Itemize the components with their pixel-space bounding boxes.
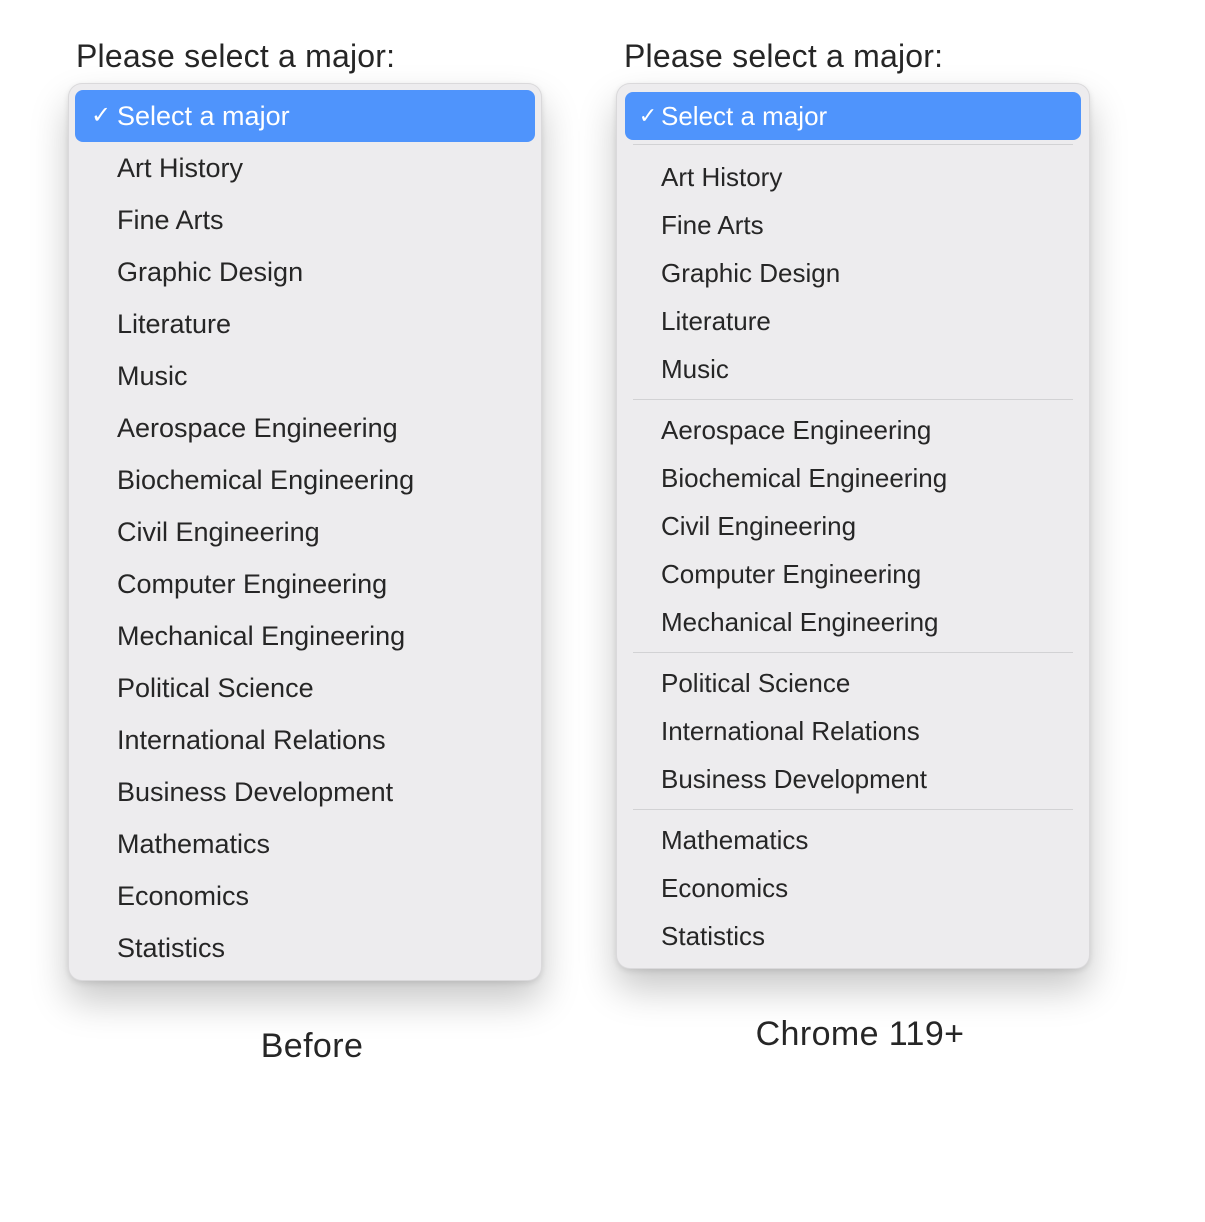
option-label: Statistics bbox=[117, 933, 225, 964]
option-item[interactable]: ✓Music bbox=[625, 345, 1081, 393]
option-label: Select a major bbox=[661, 101, 827, 132]
option-label: Fine Arts bbox=[661, 210, 764, 241]
option-label: Graphic Design bbox=[661, 258, 840, 289]
option-label: Select a major bbox=[117, 101, 290, 132]
option-item[interactable]: ✓International Relations bbox=[75, 714, 535, 766]
option-label: Mechanical Engineering bbox=[117, 621, 405, 652]
option-label: Computer Engineering bbox=[117, 569, 387, 600]
option-label: Computer Engineering bbox=[661, 559, 921, 590]
group-separator bbox=[633, 399, 1073, 400]
option-item[interactable]: ✓Political Science bbox=[625, 659, 1081, 707]
caption-before: Before bbox=[68, 1027, 556, 1066]
checkmark-icon: ✓ bbox=[85, 104, 117, 128]
option-item[interactable]: ✓Economics bbox=[75, 870, 535, 922]
option-label: Music bbox=[661, 354, 729, 385]
select-label: Please select a major: bbox=[76, 38, 556, 75]
option-item[interactable]: ✓Computer Engineering bbox=[625, 550, 1081, 598]
option-label: Civil Engineering bbox=[117, 517, 320, 548]
option-label: Art History bbox=[661, 162, 782, 193]
option-placeholder[interactable]: ✓ Select a major bbox=[625, 92, 1081, 140]
option-item[interactable]: ✓Fine Arts bbox=[75, 194, 535, 246]
before-column: Please select a major: ✓ Select a major … bbox=[68, 38, 556, 1066]
option-item[interactable]: ✓Literature bbox=[625, 297, 1081, 345]
option-label: Art History bbox=[117, 153, 243, 184]
option-item[interactable]: ✓Mathematics bbox=[75, 818, 535, 870]
option-item[interactable]: ✓Art History bbox=[625, 153, 1081, 201]
option-item[interactable]: ✓Art History bbox=[75, 142, 535, 194]
option-label: Fine Arts bbox=[117, 205, 224, 236]
option-label: Political Science bbox=[117, 673, 314, 704]
option-item[interactable]: ✓Business Development bbox=[625, 755, 1081, 803]
option-label: Business Development bbox=[661, 764, 927, 795]
option-item[interactable]: ✓Economics bbox=[625, 864, 1081, 912]
group-separator bbox=[633, 144, 1073, 145]
option-item[interactable]: ✓Graphic Design bbox=[625, 249, 1081, 297]
option-item[interactable]: ✓Statistics bbox=[75, 922, 535, 974]
option-item[interactable]: ✓Mechanical Engineering bbox=[75, 610, 535, 662]
option-item[interactable]: ✓Civil Engineering bbox=[625, 502, 1081, 550]
option-item[interactable]: ✓Biochemical Engineering bbox=[625, 454, 1081, 502]
option-item[interactable]: ✓Mechanical Engineering bbox=[625, 598, 1081, 646]
option-label: Biochemical Engineering bbox=[661, 463, 947, 494]
option-label: Political Science bbox=[661, 668, 850, 699]
option-item[interactable]: ✓Literature bbox=[75, 298, 535, 350]
option-label: Aerospace Engineering bbox=[117, 413, 398, 444]
option-label: Mechanical Engineering bbox=[661, 607, 939, 638]
option-item[interactable]: ✓Computer Engineering bbox=[75, 558, 535, 610]
group-separator bbox=[633, 652, 1073, 653]
option-label: Statistics bbox=[661, 921, 765, 952]
option-item[interactable]: ✓Music bbox=[75, 350, 535, 402]
option-label: International Relations bbox=[117, 725, 386, 756]
option-item[interactable]: ✓Aerospace Engineering bbox=[75, 402, 535, 454]
option-label: Aerospace Engineering bbox=[661, 415, 931, 446]
option-item[interactable]: ✓Mathematics bbox=[625, 816, 1081, 864]
option-item[interactable]: ✓Biochemical Engineering bbox=[75, 454, 535, 506]
option-label: Economics bbox=[117, 881, 249, 912]
option-label: International Relations bbox=[661, 716, 920, 747]
option-label: Civil Engineering bbox=[661, 511, 856, 542]
option-item[interactable]: ✓Graphic Design bbox=[75, 246, 535, 298]
option-placeholder[interactable]: ✓ Select a major bbox=[75, 90, 535, 142]
option-label: Mathematics bbox=[117, 829, 270, 860]
option-item[interactable]: ✓Civil Engineering bbox=[75, 506, 535, 558]
option-label: Economics bbox=[661, 873, 788, 904]
option-label: Literature bbox=[661, 306, 771, 337]
group-separator bbox=[633, 809, 1073, 810]
option-label: Literature bbox=[117, 309, 231, 340]
option-item[interactable]: ✓Aerospace Engineering bbox=[625, 406, 1081, 454]
option-label: Business Development bbox=[117, 777, 393, 808]
option-item[interactable]: ✓Political Science bbox=[75, 662, 535, 714]
select-popup-before[interactable]: ✓ Select a major ✓Art History✓Fine Arts✓… bbox=[68, 83, 542, 981]
select-label: Please select a major: bbox=[624, 38, 1104, 75]
option-label: Graphic Design bbox=[117, 257, 303, 288]
option-label: Music bbox=[117, 361, 188, 392]
option-item[interactable]: ✓Fine Arts bbox=[625, 201, 1081, 249]
comparison-stage: Please select a major: ✓ Select a major … bbox=[0, 0, 1205, 1066]
option-item[interactable]: ✓Statistics bbox=[625, 912, 1081, 960]
option-item[interactable]: ✓Business Development bbox=[75, 766, 535, 818]
caption-after: Chrome 119+ bbox=[616, 1015, 1104, 1054]
option-label: Biochemical Engineering bbox=[117, 465, 414, 496]
option-item[interactable]: ✓International Relations bbox=[625, 707, 1081, 755]
option-label: Mathematics bbox=[661, 825, 808, 856]
after-column: Please select a major: ✓ Select a major … bbox=[616, 38, 1104, 1054]
checkmark-icon: ✓ bbox=[635, 105, 661, 127]
select-popup-after[interactable]: ✓ Select a major ✓Art History✓Fine Arts✓… bbox=[616, 83, 1090, 969]
